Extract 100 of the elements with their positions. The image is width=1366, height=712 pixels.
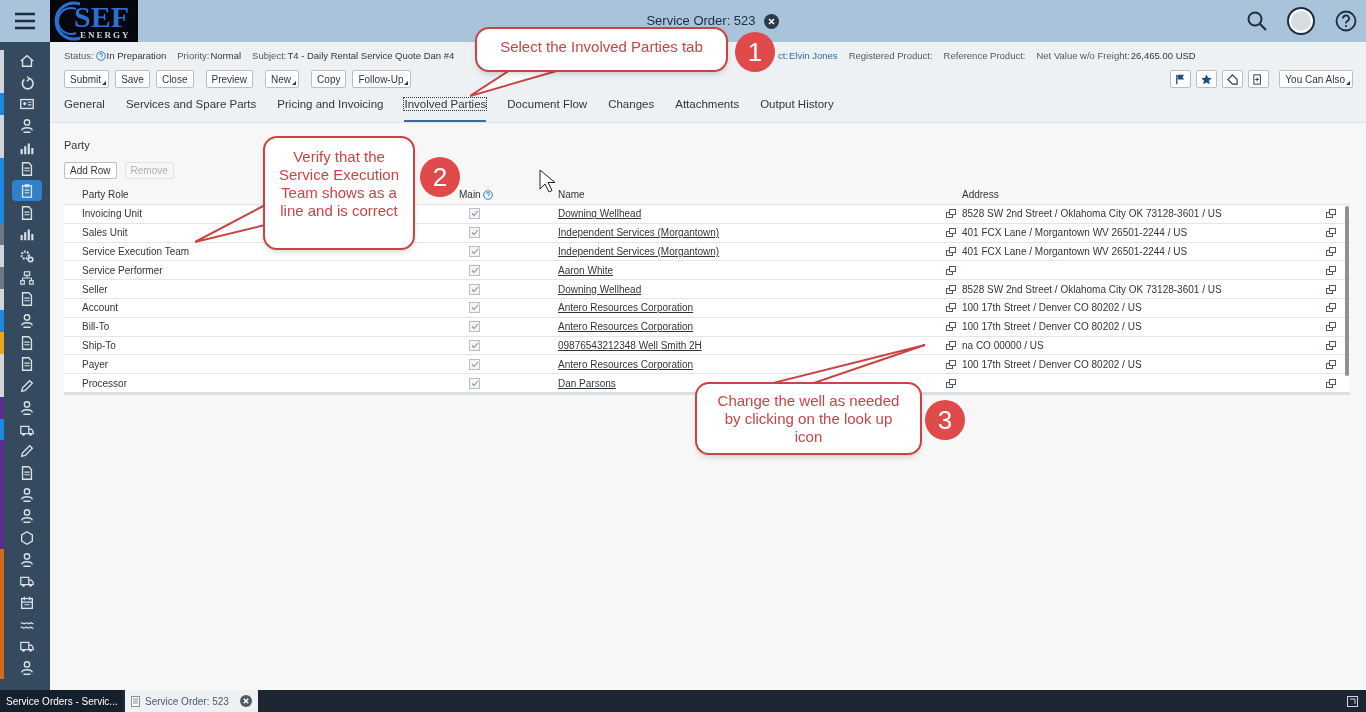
field-label: ct: [778, 48, 789, 63]
field-label: Status: [64, 48, 106, 64]
document-icon [19, 334, 35, 351]
clipboard-icon [19, 182, 35, 199]
person-icon [19, 551, 35, 568]
checkbox[interactable] [469, 321, 480, 333]
field-label: Priority: [177, 48, 210, 63]
help-icon[interactable] [1335, 10, 1357, 32]
tab[interactable]: Attachments [675, 96, 740, 122]
name-link[interactable]: Downing Wellhead [558, 206, 642, 222]
field-value: In Preparation [106, 48, 167, 63]
taskbar-tab[interactable]: Service Orders - Servic... [0, 690, 122, 712]
dropdown-icon [292, 81, 297, 85]
person-icon [19, 399, 35, 416]
toolbar-button[interactable]: Preview [205, 70, 254, 88]
sidebar-item[interactable] [12, 180, 42, 202]
close-button[interactable] [763, 13, 779, 29]
name-link[interactable]: Independent Services (Morgantown) [558, 225, 720, 241]
checkbox[interactable] [469, 358, 480, 370]
name-link[interactable]: Antero Resources Corporation [558, 356, 694, 372]
table-cell: Ship-To [82, 339, 116, 351]
close-icon[interactable] [239, 695, 252, 707]
menu-button[interactable]: Follow-Up [352, 70, 412, 88]
contact-link[interactable]: Elvin Jones [789, 48, 838, 64]
person-icon [19, 660, 35, 677]
refresh-icon [19, 74, 35, 91]
table-cell-text: 100 17th Street / Denver CO 80202 / US [962, 320, 1142, 335]
toolbar-button[interactable]: Close [155, 70, 194, 88]
table-cell-text: 401 FCX Lane / Morgantown WV 26501-2244 / US [962, 226, 1188, 241]
search-icon[interactable] [1247, 11, 1267, 31]
tab[interactable]: General [64, 96, 105, 122]
checkbox[interactable] [469, 246, 480, 257]
table-cell: Account [82, 302, 119, 314]
icon-button[interactable] [1222, 70, 1244, 88]
hierarchy-icon [19, 269, 35, 286]
table-cell-text: na CO 00000 / US [962, 338, 1044, 353]
menu-button[interactable]: Submit [64, 70, 110, 88]
table-cell: Seller [82, 283, 108, 295]
person-icon [19, 117, 35, 134]
table-cell: Processor [82, 377, 127, 389]
field-label: Reference Product: [943, 48, 1026, 63]
person-icon [19, 486, 35, 503]
name-link[interactable]: Antero Resources Corporation [558, 319, 694, 335]
tab[interactable]: Document Flow [507, 96, 588, 122]
table-cell-text: 100 17th Street / Denver CO 80202 / US [962, 301, 1142, 316]
callout: Verify that the Service Execution Team shows as a line and is correct [263, 136, 415, 250]
checkbox[interactable] [469, 377, 480, 389]
toolbar-button[interactable]: Add Row [64, 162, 117, 179]
section-title: Party [64, 138, 91, 151]
table-cell: Sales Unit [82, 227, 128, 239]
home-icon [19, 52, 35, 69]
document-icon [19, 204, 35, 221]
table-cell: Service Performer [82, 264, 163, 276]
star-icon [1200, 72, 1214, 86]
checkbox[interactable] [469, 339, 480, 351]
field-value: 26,465.00 USD [1130, 48, 1196, 63]
menu-button[interactable]: You Can Also [1279, 70, 1353, 88]
table-cell: Bill-To [82, 321, 110, 333]
person-icon [19, 508, 35, 525]
checkbox[interactable] [469, 227, 480, 239]
scrollbar[interactable] [1345, 206, 1349, 376]
checkbox[interactable] [469, 283, 480, 295]
pencil-icon [19, 443, 35, 460]
gear-icon [19, 248, 35, 265]
window-icon[interactable] [1347, 695, 1358, 707]
document-icon [19, 464, 35, 481]
person-icon [19, 313, 35, 330]
table-cell-text: 100 17th Street / Denver CO 80202 / US [962, 357, 1142, 372]
company-logo: SEF ENERGY [50, 0, 138, 42]
help-icon[interactable] [482, 189, 493, 200]
tab[interactable]: Services and Spare Parts [125, 96, 257, 122]
avatar[interactable] [1287, 7, 1315, 35]
table-cell: Payer [82, 358, 109, 370]
table-cell-text: 8528 SW 2nd Street / Oklahoma City OK 73128-3601 / US [962, 207, 1222, 222]
name-link[interactable]: Independent Services (Morgantown) [558, 244, 720, 259]
tag-icon [1226, 72, 1240, 86]
callout: Change the well as needed by clicking on the look up icon [695, 382, 922, 455]
table-cell: Invoicing Unit [82, 208, 143, 220]
checkbox[interactable] [469, 302, 480, 314]
toolbar-button[interactable]: Save [115, 70, 150, 88]
name-link[interactable]: 09876543212348 Well Smith 2H [558, 337, 702, 353]
name-link[interactable]: Aaron White [558, 262, 614, 278]
document-icon [19, 291, 35, 308]
taskbar-tab[interactable]: Service Order: 523 [125, 690, 258, 712]
icon-button[interactable] [1170, 70, 1192, 88]
tab[interactable]: Output History [760, 96, 834, 122]
field-label: Subject: [252, 48, 287, 63]
checkbox[interactable] [469, 264, 480, 276]
name-link[interactable]: Antero Resources Corporation [558, 300, 694, 316]
document-icon [131, 695, 140, 707]
menu-button[interactable]: New [265, 70, 300, 88]
icon-button[interactable] [1248, 70, 1270, 88]
toolbar-button[interactable]: Copy [311, 70, 347, 88]
checkbox[interactable] [469, 208, 480, 220]
name-link[interactable]: Downing Wellhead [558, 281, 642, 297]
field-label: Net Value w/o Freight: [1036, 48, 1130, 63]
tab[interactable]: Changes [608, 96, 655, 122]
name-link[interactable]: Dan Parsons [558, 375, 616, 391]
tab[interactable]: Pricing and Invoicing [277, 96, 384, 122]
icon-button[interactable] [1196, 70, 1218, 88]
